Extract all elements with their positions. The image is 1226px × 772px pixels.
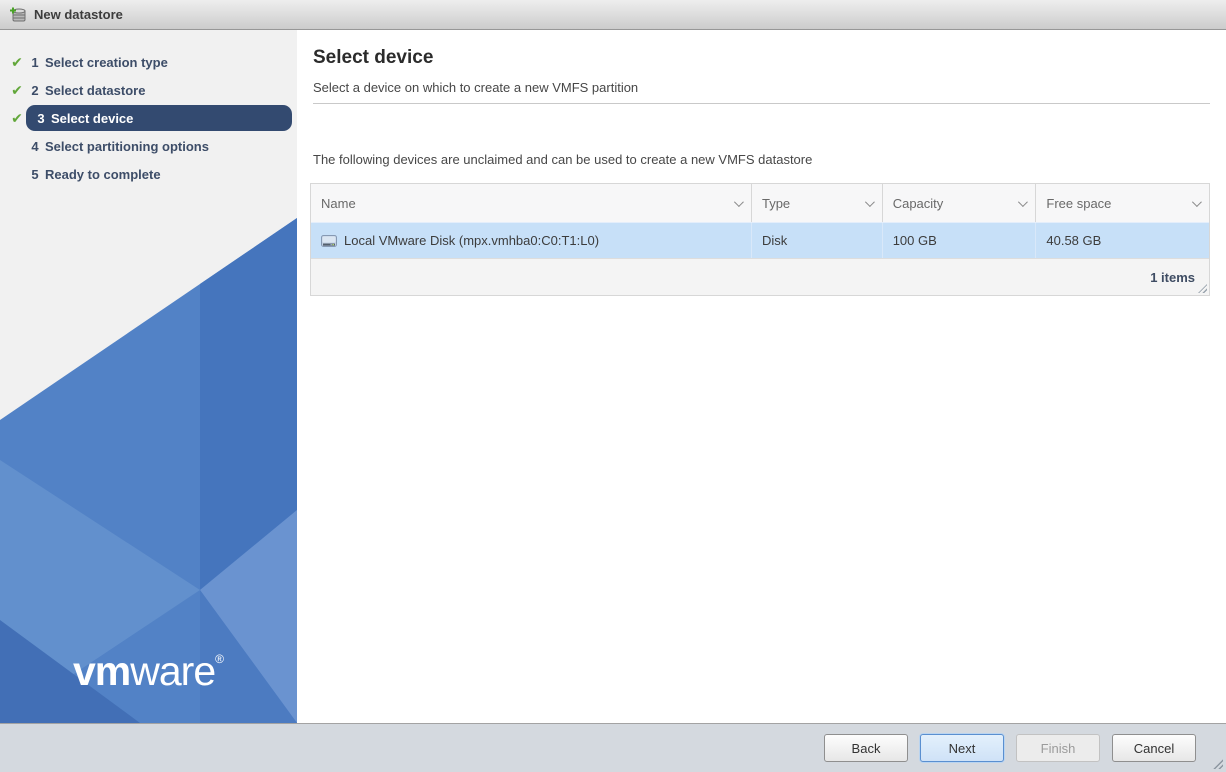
check-icon: ✔	[8, 54, 26, 71]
dialog-title: New datastore	[34, 7, 123, 22]
step-number: 2	[28, 83, 42, 98]
check-icon: ✔	[8, 110, 26, 127]
dialog-footer: Back Next Finish Cancel	[0, 723, 1226, 772]
step-label: Ready to complete	[45, 167, 161, 182]
chevron-down-icon[interactable]	[865, 197, 875, 207]
table-footer-row: 1 items	[311, 258, 1209, 295]
check-icon: ✔	[8, 82, 26, 99]
step-select-datastore[interactable]: ✔ 2 Select datastore	[0, 76, 297, 104]
device-type-cell: Disk	[752, 223, 883, 258]
step-label: Select device	[51, 111, 133, 126]
window-resize-grip[interactable]	[1213, 759, 1223, 769]
column-header-label: Free space	[1046, 196, 1111, 211]
page-title: Select device	[313, 47, 433, 69]
wizard-steps: ✔ 1 Select creation type ✔ 2 Select data…	[0, 48, 297, 188]
step-select-creation-type[interactable]: ✔ 1 Select creation type	[0, 48, 297, 76]
step-number: 3	[34, 111, 48, 126]
column-header-label: Capacity	[893, 196, 944, 211]
step-select-device[interactable]: ✔ 3 Select device	[0, 104, 297, 132]
device-name: Local VMware Disk (mpx.vmhba0:C0:T1:L0)	[344, 233, 599, 248]
next-button[interactable]: Next	[920, 734, 1004, 762]
step-ready-to-complete[interactable]: 5 Ready to complete	[0, 160, 297, 188]
devices-description: The following devices are unclaimed and …	[313, 152, 812, 167]
device-name-cell: Local VMware Disk (mpx.vmhba0:C0:T1:L0)	[311, 223, 752, 258]
column-header-free-space[interactable]: Free space	[1036, 184, 1209, 222]
vmware-logo: vmware®	[0, 648, 297, 695]
column-header-label: Name	[321, 196, 356, 211]
column-header-capacity[interactable]: Capacity	[883, 184, 1037, 222]
finish-button: Finish	[1016, 734, 1100, 762]
column-header-type[interactable]: Type	[752, 184, 883, 222]
wizard-sidebar: ✔ 1 Select creation type ✔ 2 Select data…	[0, 30, 297, 723]
divider	[313, 103, 1210, 104]
column-header-label: Type	[762, 196, 790, 211]
new-datastore-dialog: New datastore ✔ 1 Select creation type ✔	[0, 0, 1226, 772]
device-capacity-cell: 100 GB	[883, 223, 1037, 258]
step-number: 1	[28, 55, 42, 70]
step-label: Select partitioning options	[45, 139, 209, 154]
step-select-partitioning-options[interactable]: 4 Select partitioning options	[0, 132, 297, 160]
step-label: Select datastore	[45, 83, 145, 98]
disk-icon	[321, 234, 337, 248]
dialog-titlebar: New datastore	[0, 0, 1226, 30]
wizard-content-pane: Select device Select a device on which t…	[297, 30, 1226, 723]
step-label: Select creation type	[45, 55, 168, 70]
items-count: 1 items	[1150, 270, 1195, 285]
column-header-name[interactable]: Name	[311, 184, 752, 222]
chevron-down-icon[interactable]	[1192, 197, 1202, 207]
chevron-down-icon[interactable]	[1018, 197, 1028, 207]
step-number: 5	[28, 167, 42, 182]
step-number: 4	[28, 139, 42, 154]
table-row-local-vmware-disk[interactable]: Local VMware Disk (mpx.vmhba0:C0:T1:L0) …	[311, 222, 1209, 258]
datastore-add-icon	[9, 6, 27, 24]
chevron-down-icon[interactable]	[734, 197, 744, 207]
devices-table: Name Type Capacity Free space	[310, 183, 1210, 296]
device-free-space-cell: 40.58 GB	[1036, 223, 1209, 258]
back-button[interactable]: Back	[824, 734, 908, 762]
table-header-row: Name Type Capacity Free space	[311, 184, 1209, 222]
table-resize-grip[interactable]	[1198, 284, 1207, 293]
page-subtitle: Select a device on which to create a new…	[313, 80, 638, 95]
cancel-button[interactable]: Cancel	[1112, 734, 1196, 762]
